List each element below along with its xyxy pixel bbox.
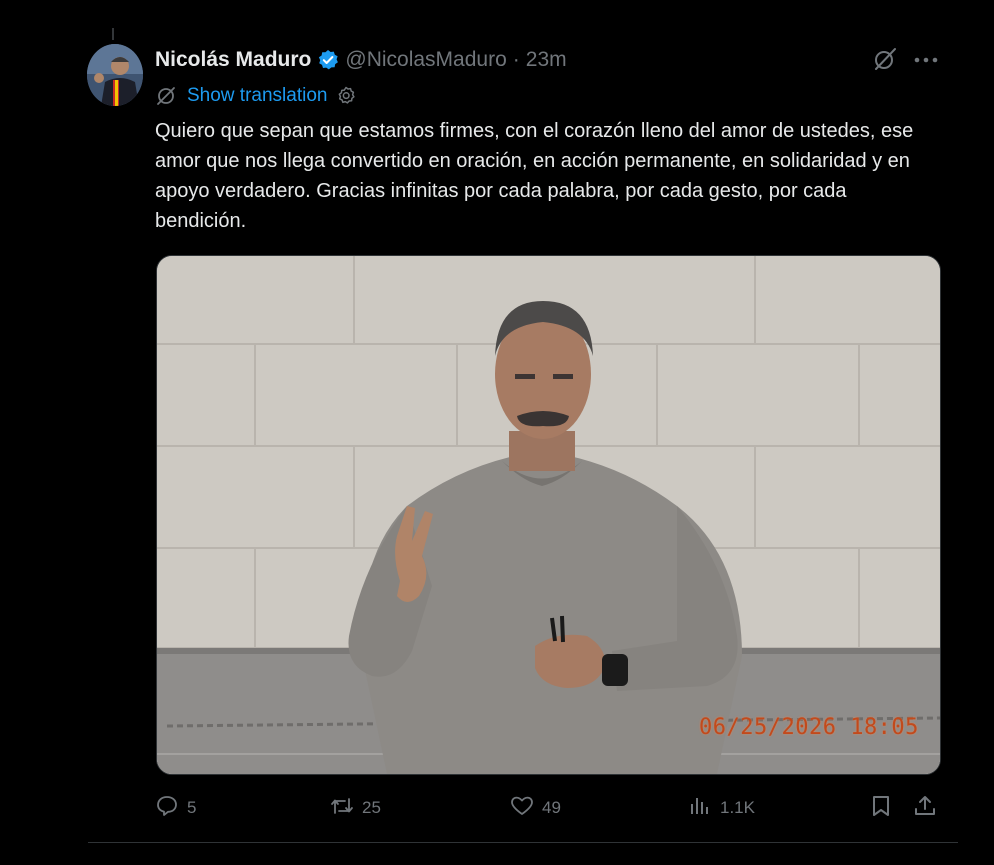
author-name[interactable]: Nicolás Maduro (155, 48, 311, 72)
photo-timestamp: 06/25/2026 18:05 (699, 715, 919, 740)
post-time[interactable]: 23m (526, 48, 567, 72)
grok-icon[interactable] (872, 46, 898, 72)
avatar[interactable] (87, 44, 143, 106)
like-button[interactable]: 49 (510, 790, 561, 826)
photo-image (157, 256, 940, 774)
reply-button[interactable]: 5 (155, 790, 196, 826)
more-icon[interactable] (913, 50, 939, 70)
reply-count: 5 (187, 798, 197, 817)
views-button[interactable]: 1.1K (688, 790, 755, 826)
views-icon (688, 794, 720, 823)
reply-icon (155, 794, 187, 823)
settings-icon[interactable] (335, 85, 357, 107)
author-handle[interactable]: @NicolasMaduro (345, 48, 506, 72)
thread-connector-line (112, 28, 114, 40)
share-icon (913, 794, 945, 823)
post-header: Nicolás Maduro @NicolasMaduro · 23m (155, 44, 955, 76)
like-count: 49 (542, 798, 561, 817)
post-actions: 5 25 49 1.1K (155, 790, 945, 826)
show-translation-link[interactable]: Show translation (187, 85, 327, 107)
header-separator: · (512, 48, 520, 71)
repost-icon (330, 794, 362, 823)
share-button[interactable] (913, 790, 945, 826)
post-divider (88, 842, 958, 843)
post-text: Quiero que sepan que estamos firmes, con… (155, 120, 914, 232)
repost-button[interactable]: 25 (330, 790, 381, 826)
repost-count: 25 (362, 798, 381, 817)
show-translation[interactable]: Show translation (155, 84, 357, 108)
translate-icon (155, 85, 177, 107)
verified-badge-icon[interactable] (317, 49, 339, 71)
like-icon (510, 794, 542, 823)
views-count: 1.1K (720, 798, 755, 817)
bookmark-icon (869, 794, 901, 823)
bookmark-button[interactable] (869, 790, 901, 826)
post-photo[interactable]: 06/25/2026 18:05 (156, 255, 941, 775)
